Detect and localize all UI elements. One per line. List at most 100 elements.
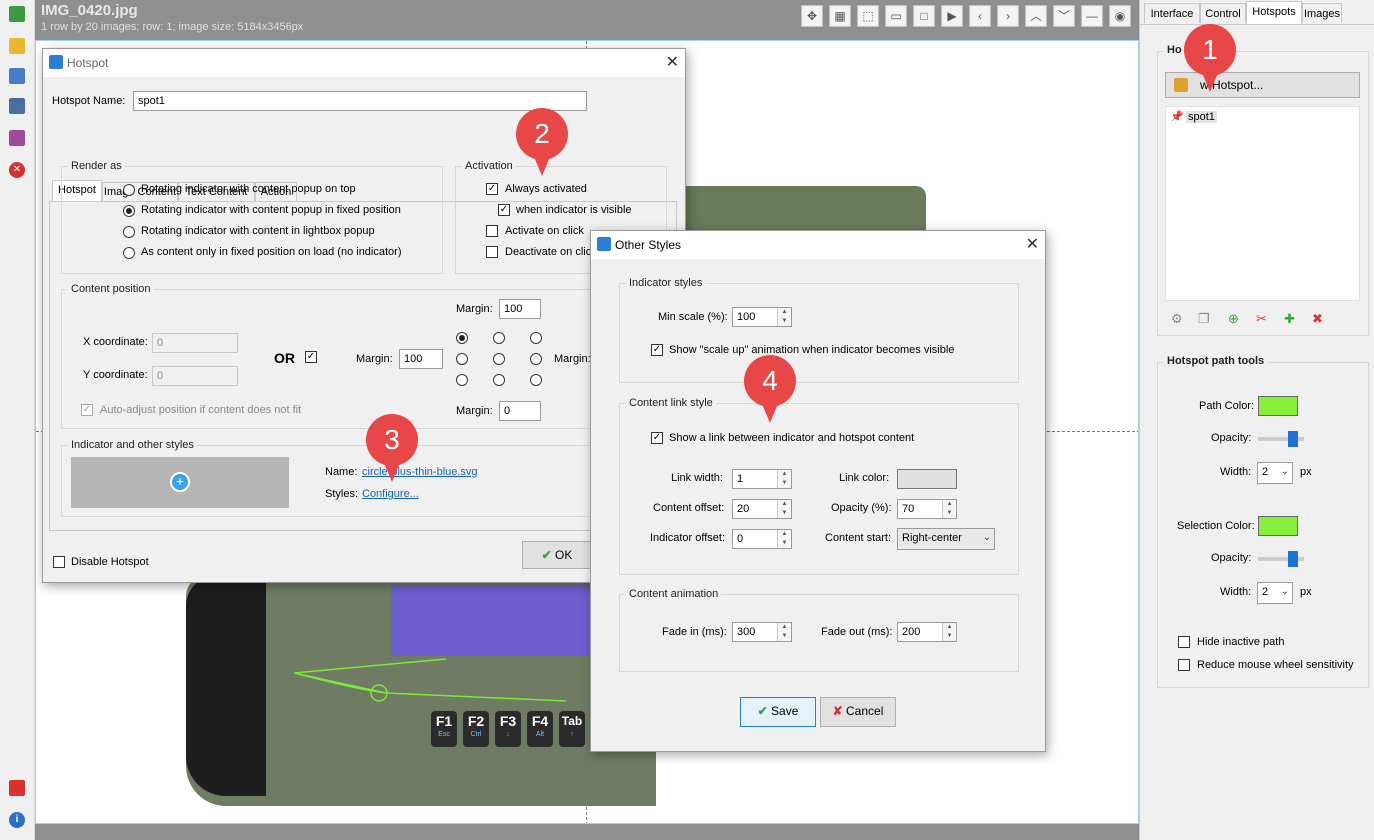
indicator-styles-group: Indicator styles bbox=[619, 277, 1019, 383]
duplicate-icon[interactable]: ❐ bbox=[1198, 311, 1212, 326]
margin-bottom-input[interactable]: 0 bbox=[499, 401, 541, 421]
configure-link[interactable]: Configure... bbox=[362, 488, 419, 500]
content-start-select[interactable]: Right-center ⌄ bbox=[897, 528, 995, 550]
play-icon[interactable]: ▶ bbox=[941, 5, 963, 27]
when-visible-checkbox[interactable]: ✓ bbox=[498, 204, 510, 216]
disable-hotspot-checkbox[interactable] bbox=[53, 556, 65, 568]
use-margin-checkbox[interactable]: ✓ bbox=[305, 351, 317, 363]
render-option-radio[interactable] bbox=[123, 205, 135, 217]
add-point-icon[interactable]: ✚ bbox=[1284, 311, 1298, 326]
hotspot-name-input[interactable]: spot1 bbox=[133, 91, 587, 111]
pdf-help-icon[interactable] bbox=[9, 780, 25, 796]
selection-width-select[interactable]: 2 ⌄ bbox=[1257, 582, 1293, 604]
path-color-swatch[interactable] bbox=[1258, 396, 1298, 416]
auto-adjust-checkbox[interactable]: ✓ bbox=[81, 404, 93, 416]
info-icon[interactable]: i bbox=[9, 812, 25, 828]
record-icon[interactable]: ◉ bbox=[1109, 5, 1131, 27]
hotspot-list[interactable]: 📌 spot1 bbox=[1165, 106, 1360, 301]
open-folder-icon[interactable] bbox=[9, 38, 25, 54]
tab-hotspots[interactable]: Hotspots bbox=[1246, 1, 1302, 24]
left-toolbar: ✕ i bbox=[0, 0, 35, 840]
opacity-input[interactable]: 70 ▲ ▼ bbox=[897, 499, 957, 519]
down-icon[interactable]: ﹀ bbox=[1053, 5, 1075, 27]
preview-icon[interactable] bbox=[9, 68, 25, 84]
delete-path-icon[interactable]: ✂ bbox=[1256, 311, 1270, 326]
fullscreen-icon[interactable]: □ bbox=[913, 5, 935, 27]
new-project-icon[interactable] bbox=[9, 6, 25, 22]
x-coordinate-input[interactable]: 0 bbox=[152, 333, 238, 353]
render-option-radio[interactable] bbox=[123, 247, 135, 259]
position-radio[interactable] bbox=[456, 353, 468, 365]
select-icon[interactable]: ⬚ bbox=[857, 5, 879, 27]
ok-button[interactable]: ✔ OK bbox=[522, 541, 592, 569]
render-option-radio[interactable] bbox=[123, 184, 135, 196]
device-strap bbox=[186, 576, 266, 796]
next-icon[interactable]: › bbox=[997, 5, 1019, 27]
close-project-icon[interactable]: ✕ bbox=[9, 162, 25, 178]
close-icon[interactable]: ✕ bbox=[666, 52, 679, 72]
selection-px-label: px bbox=[1300, 586, 1312, 598]
always-activated-checkbox[interactable]: ✓ bbox=[486, 183, 498, 195]
publish-icon[interactable] bbox=[9, 98, 25, 114]
spinner-icon: ▲ ▼ bbox=[777, 308, 791, 326]
render-option-radio[interactable] bbox=[123, 226, 135, 238]
deactivate-click-checkbox[interactable] bbox=[486, 246, 498, 258]
indicator-name-label: Name: bbox=[325, 466, 358, 478]
y-coordinate-input[interactable]: 0 bbox=[152, 366, 238, 386]
position-radio[interactable] bbox=[493, 353, 505, 365]
margin-left-input[interactable]: 100 bbox=[399, 349, 443, 369]
margin-top-input[interactable]: 100 bbox=[499, 299, 541, 319]
link-color-swatch[interactable] bbox=[897, 469, 957, 489]
position-radio[interactable] bbox=[456, 374, 468, 386]
right-panel: Interface Control Hotspots Images Ho w H… bbox=[1139, 0, 1374, 840]
zoom-out-icon[interactable]: — bbox=[1081, 5, 1103, 27]
close-icon[interactable]: ✕ bbox=[1026, 234, 1039, 254]
up-icon[interactable]: ︿ bbox=[1025, 5, 1047, 27]
selection-opacity-label: Opacity: bbox=[1211, 552, 1252, 564]
callout-4: 4 bbox=[744, 355, 796, 423]
hotspot-path[interactable] bbox=[286, 651, 606, 731]
indicator-offset-input[interactable]: 0 ▲ ▼ bbox=[732, 529, 792, 549]
add-path-icon[interactable]: ⊕ bbox=[1228, 311, 1242, 326]
fade-out-input[interactable]: 200 ▲ ▼ bbox=[897, 622, 957, 642]
position-radio[interactable] bbox=[530, 353, 542, 365]
tab-control[interactable]: Control bbox=[1200, 3, 1246, 23]
hide-inactive-checkbox[interactable] bbox=[1178, 636, 1190, 648]
prev-icon[interactable]: ‹ bbox=[969, 5, 991, 27]
activate-click-checkbox[interactable] bbox=[486, 225, 498, 237]
selection-color-swatch[interactable] bbox=[1258, 516, 1298, 536]
path-width-select[interactable]: 2 ⌄ bbox=[1257, 462, 1293, 484]
device-screen bbox=[391, 586, 591, 656]
grid-icon[interactable]: ▦ bbox=[829, 5, 851, 27]
show-link-checkbox[interactable]: ✓ bbox=[651, 432, 663, 444]
position-radio[interactable] bbox=[493, 332, 505, 344]
dialog-title: Hotspot bbox=[67, 56, 109, 70]
tab-images[interactable]: Images bbox=[1302, 3, 1342, 23]
link-width-input[interactable]: 1 ▲ ▼ bbox=[732, 469, 792, 489]
delete-icon[interactable]: ✖ bbox=[1312, 311, 1326, 326]
position-radio[interactable] bbox=[456, 332, 468, 344]
tab-interface[interactable]: Interface bbox=[1144, 3, 1200, 23]
frame-icon[interactable]: ▭ bbox=[885, 5, 907, 27]
chevron-down-icon: ⌄ bbox=[1280, 466, 1289, 477]
scale-up-checkbox[interactable]: ✓ bbox=[651, 344, 663, 356]
chevron-down-icon: ⌄ bbox=[1280, 586, 1289, 597]
cancel-button[interactable]: ✘ Cancel bbox=[820, 697, 896, 727]
save-button[interactable]: ✔ Save bbox=[740, 697, 816, 727]
min-scale-input[interactable]: 100 ▲ ▼ bbox=[732, 307, 792, 327]
position-radio[interactable] bbox=[530, 332, 542, 344]
spinner-icon: ▲ ▼ bbox=[777, 530, 791, 548]
settings-icon[interactable]: ⚙ bbox=[1171, 311, 1185, 326]
new-hotspot-button[interactable]: w Hotspot... bbox=[1165, 72, 1360, 98]
x-icon: ✘ bbox=[832, 704, 843, 718]
position-radio[interactable] bbox=[530, 374, 542, 386]
save-icon[interactable] bbox=[9, 130, 25, 146]
content-offset-input[interactable]: 20 ▲ ▼ bbox=[732, 499, 792, 519]
position-radio[interactable] bbox=[493, 374, 505, 386]
indicator-name-link[interactable]: circle-plus-thin-blue.svg bbox=[362, 466, 478, 478]
fade-in-input[interactable]: 300 ▲ ▼ bbox=[732, 622, 792, 642]
path-opacity-slider[interactable] bbox=[1258, 431, 1304, 447]
move-icon[interactable]: ✥ bbox=[801, 5, 823, 27]
selection-opacity-slider[interactable] bbox=[1258, 551, 1304, 567]
reduce-wheel-checkbox[interactable] bbox=[1178, 659, 1190, 671]
